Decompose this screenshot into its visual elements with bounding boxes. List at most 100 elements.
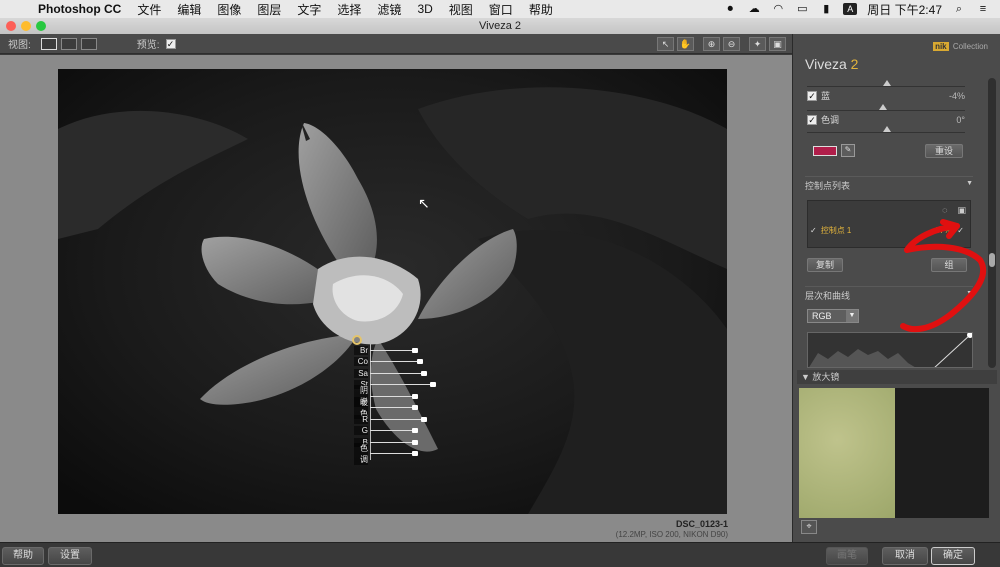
hand-tool-icon[interactable]: ✋: [677, 37, 694, 51]
menu-3d[interactable]: 3D: [409, 2, 440, 16]
control-point-checkbox[interactable]: ✓: [810, 226, 817, 235]
panel-scroll-thumb[interactable]: [989, 253, 995, 267]
pointer-tool-icon[interactable]: ↖: [657, 37, 674, 51]
preview-checkbox[interactable]: ✓: [165, 38, 176, 49]
loupe-pin-icon[interactable]: ⌖: [801, 520, 817, 534]
loupe-preview[interactable]: [799, 388, 989, 518]
menu-edit[interactable]: 编辑: [169, 1, 209, 18]
loupe-header[interactable]: ▼ 放大镜: [797, 370, 997, 384]
cp-slider-bar[interactable]: [370, 359, 423, 364]
curves-svg: [809, 333, 972, 367]
background-light-icon[interactable]: ✦: [749, 37, 766, 51]
menu-view[interactable]: 视图: [441, 1, 481, 18]
menu-layer[interactable]: 图层: [249, 1, 289, 18]
control-point-list: ◌ ▣ ✓ 控制点 1 37% ✓: [807, 200, 971, 248]
menu-type[interactable]: 文字: [289, 1, 329, 18]
cancel-button[interactable]: 取消: [882, 547, 928, 565]
cp-slider-bar[interactable]: [370, 393, 418, 399]
menu-window[interactable]: 窗口: [481, 1, 521, 18]
cp-slider-bar[interactable]: [370, 405, 418, 410]
brush-button[interactable]: 画笔: [826, 547, 868, 565]
slider-blue-checkbox[interactable]: ✓: [807, 90, 817, 101]
zoom-in-icon[interactable]: ⊕: [703, 37, 720, 51]
zoom-window-button[interactable]: [36, 21, 46, 31]
color-swatch[interactable]: [813, 146, 837, 156]
collapse-arrow-icon[interactable]: ▼: [801, 372, 812, 382]
cp-slider-knob[interactable]: [412, 405, 418, 410]
control-point[interactable]: BrCoSaSt阴影暖色RGB色调: [348, 333, 468, 465]
wifi-icon[interactable]: ◠: [771, 3, 785, 15]
cp-slider-bar[interactable]: [370, 416, 427, 422]
cp-slider-knob[interactable]: [412, 428, 418, 433]
settings-button[interactable]: 设置: [48, 547, 92, 565]
curves-graph[interactable]: [807, 332, 973, 368]
airplay-icon[interactable]: ▭: [795, 3, 809, 15]
group-button[interactable]: 组: [931, 258, 967, 272]
toolbar: 视图: 预览: ✓ ↖ ✋ ⊕ ⊖ ✦ ▣: [0, 34, 792, 54]
levels-curves-header[interactable]: 层次和曲线 ▼: [805, 286, 973, 302]
control-point-list-header[interactable]: 控制点列表 ▼: [805, 176, 973, 192]
slider-blue-track: [807, 110, 965, 111]
cp-slider-knob[interactable]: [412, 393, 418, 399]
close-window-button[interactable]: [6, 21, 16, 31]
creative-cloud-icon[interactable]: ☁: [747, 3, 761, 15]
clock[interactable]: 周日 下午2:47: [867, 1, 942, 18]
control-point-handle[interactable]: [352, 335, 362, 345]
eyedropper-icon[interactable]: ✎: [841, 144, 855, 157]
stop-icon[interactable]: ⏺: [723, 3, 737, 15]
cp-slider-bar[interactable]: [370, 439, 418, 445]
cp-slider-knob[interactable]: [412, 347, 418, 353]
cp-slider-bar[interactable]: [370, 451, 418, 456]
loupe-title: 放大镜: [812, 372, 840, 382]
cp-slider-knob[interactable]: [412, 451, 418, 456]
control-point-name[interactable]: 控制点 1: [821, 225, 852, 236]
cp-slider-bar[interactable]: [370, 370, 427, 376]
slider-hue-track: [807, 132, 965, 133]
minimize-window-button[interactable]: [21, 21, 31, 31]
background-dark-icon[interactable]: ▣: [769, 37, 786, 51]
cp-slider-row: 暖色: [354, 396, 418, 419]
menu-app-name[interactable]: Photoshop CC: [28, 2, 129, 16]
menu-help[interactable]: 帮助: [521, 1, 561, 18]
panel-scrollbar[interactable]: [988, 78, 996, 368]
cp-slider-knob[interactable]: [412, 439, 418, 445]
control-point-visible-checkbox[interactable]: ✓: [957, 226, 964, 235]
menu-image[interactable]: 图像: [209, 1, 249, 18]
side-by-side-view-button[interactable]: [80, 37, 97, 50]
single-view-button[interactable]: [40, 37, 57, 50]
menu-select[interactable]: 选择: [329, 1, 369, 18]
reset-button[interactable]: 重设: [925, 144, 963, 158]
cp-slider-bar[interactable]: [370, 428, 418, 433]
search-icon[interactable]: ⌕: [952, 3, 966, 15]
preview-label: 预览:: [136, 40, 160, 51]
control-point-row[interactable]: ✓ 控制点 1 37% ✓: [808, 223, 970, 237]
split-view-button[interactable]: [60, 37, 77, 50]
menu-file[interactable]: 文件: [129, 1, 169, 18]
cp-slider-bar[interactable]: [370, 347, 418, 353]
slider-hue-value: 0°: [956, 114, 965, 125]
help-button[interactable]: 帮助: [2, 547, 44, 565]
battery-icon[interactable]: ▮: [819, 3, 833, 15]
slider-blue: ✓ 蓝 -4%: [807, 89, 965, 102]
menu-list-icon[interactable]: ≡: [976, 3, 990, 15]
channel-select[interactable]: RGB ▼: [807, 309, 859, 323]
collapse-arrow-icon[interactable]: ▼: [966, 180, 973, 187]
zoom-out-icon[interactable]: ⊖: [723, 37, 740, 51]
add-control-point-icon[interactable]: ◌: [942, 205, 947, 216]
menu-filter[interactable]: 滤镜: [369, 1, 409, 18]
slider-hue: ✓ 色调 0°: [807, 113, 965, 126]
cp-slider-knob[interactable]: [421, 370, 427, 376]
canvas-area[interactable]: ↖ BrCoSaSt阴影暖色RGB色调 DSC_0123-1 (12.2MP, …: [0, 55, 792, 542]
input-method-icon[interactable]: A: [843, 3, 858, 15]
show-mask-icon[interactable]: ▣: [957, 205, 966, 216]
collapse-arrow-icon[interactable]: ▼: [966, 290, 973, 297]
slider-hue-checkbox[interactable]: ✓: [807, 114, 817, 125]
cplist-tools: ◌ ▣: [942, 205, 966, 216]
levels-curves-title: 层次和曲线: [805, 291, 851, 301]
ok-button[interactable]: 确定: [931, 547, 975, 565]
cp-slider-bar[interactable]: [370, 382, 436, 387]
cp-slider-knob[interactable]: [430, 382, 436, 387]
cp-slider-knob[interactable]: [417, 359, 423, 364]
cp-slider-knob[interactable]: [421, 416, 427, 422]
duplicate-button[interactable]: 复制: [807, 258, 843, 272]
